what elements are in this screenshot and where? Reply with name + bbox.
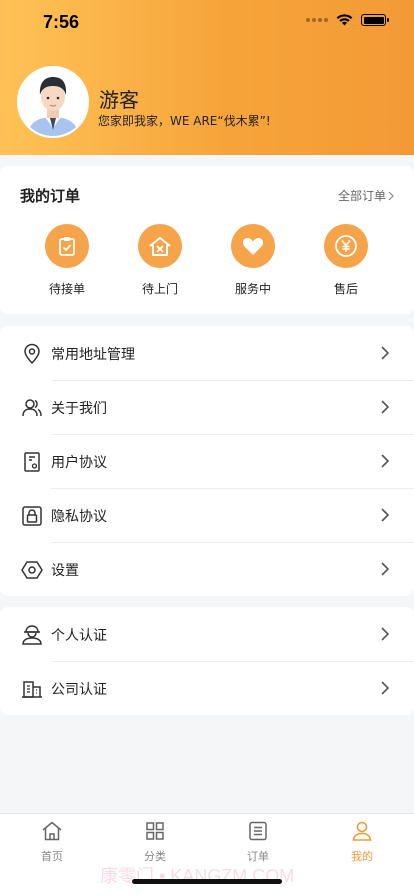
menu-item-label: 常用地址管理 <box>51 347 135 363</box>
tab-home[interactable]: 首页 <box>22 820 82 864</box>
avatar-person-icon <box>19 68 87 136</box>
building-icon <box>22 681 42 698</box>
profile-slogan: 您家即我家，WE ARE“伐木累”! <box>98 114 271 128</box>
username: 游客 <box>99 88 139 112</box>
menu-item-label: 公司认证 <box>51 682 107 698</box>
heart-icon <box>231 224 275 268</box>
menu-item-personal-verification[interactable]: 个人认证 <box>0 607 414 661</box>
list-icon <box>249 821 267 841</box>
person-badge-icon <box>22 625 42 645</box>
order-status-label: 服务中 <box>234 282 271 296</box>
house-tools-icon <box>138 224 182 268</box>
grid-icon <box>146 822 164 840</box>
verification-menu-card: 个人认证 公司认证 <box>0 607 414 715</box>
menu-item-user-agreement[interactable]: 用户协议 <box>0 434 414 488</box>
chevron-right-icon <box>381 562 390 576</box>
all-orders-label: 全部订单 <box>337 189 386 203</box>
wifi-icon <box>336 14 353 26</box>
chevron-right-icon <box>388 191 394 200</box>
chevron-right-icon <box>381 454 390 468</box>
clipboard-check-icon <box>45 224 89 268</box>
status-indicators <box>306 14 389 26</box>
location-pin-icon <box>24 343 40 365</box>
tab-label: 我的 <box>351 850 373 863</box>
yen-coin-icon <box>324 224 368 268</box>
order-status-label: 待接单 <box>48 282 85 296</box>
order-status-pending-accept[interactable]: 待接单 <box>32 224 102 297</box>
menu-item-address[interactable]: 常用地址管理 <box>0 326 414 380</box>
tab-orders[interactable]: 订单 <box>228 820 288 864</box>
person-icon <box>352 821 372 841</box>
order-status-label: 待上门 <box>141 282 178 296</box>
menu-item-privacy-agreement[interactable]: 隐私协议 <box>0 488 414 542</box>
cellular-signal-icon <box>306 18 328 22</box>
chevron-right-icon <box>381 346 390 360</box>
all-orders-link[interactable]: 全部订单 <box>338 187 394 204</box>
users-icon <box>22 399 42 417</box>
order-status-awaiting-visit[interactable]: 待上门 <box>125 224 195 297</box>
chevron-right-icon <box>381 508 390 522</box>
order-status-after-sales[interactable]: 售后 <box>311 224 381 297</box>
lock-icon <box>22 506 42 526</box>
watermark: 康零门 • KANGZM.COM <box>100 866 295 886</box>
chevron-right-icon <box>381 627 390 641</box>
profile-header: 7:56 游客 您家即我家，WE ARE“伐木累”! <box>0 0 414 155</box>
tab-mine[interactable]: 我的 <box>332 820 392 864</box>
home-indicator <box>132 879 282 884</box>
menu-item-label: 设置 <box>51 563 79 579</box>
menu-item-company-verification[interactable]: 公司认证 <box>0 661 414 715</box>
avatar[interactable] <box>17 66 89 138</box>
status-time: 7:56 <box>43 12 80 32</box>
menu-item-settings[interactable]: 设置 <box>0 542 414 596</box>
menu-item-label: 关于我们 <box>51 401 107 417</box>
menu-item-label: 用户协议 <box>51 455 107 471</box>
battery-icon <box>361 14 389 26</box>
menu-item-label: 隐私协议 <box>51 509 107 525</box>
chevron-right-icon <box>381 681 390 695</box>
order-status-label: 售后 <box>333 282 358 296</box>
tab-categories[interactable]: 分类 <box>125 820 185 864</box>
chevron-right-icon <box>381 400 390 414</box>
status-bar: 7:56 <box>0 0 414 44</box>
order-status-in-service[interactable]: 服务中 <box>218 224 288 297</box>
menu-item-label: 个人认证 <box>51 628 107 644</box>
hexagon-settings-icon <box>21 561 43 579</box>
my-orders-card: 我的订单 全部订单 待接单 待上门 服务中 售后 <box>0 166 414 314</box>
orders-title: 我的订单 <box>20 187 81 205</box>
home-icon <box>42 821 62 841</box>
settings-menu-card: 常用地址管理 关于我们 用户协议 隐私协议 设置 <box>0 326 414 596</box>
document-icon <box>24 452 40 472</box>
tab-label: 首页 <box>41 850 63 863</box>
menu-item-about-us[interactable]: 关于我们 <box>0 380 414 434</box>
